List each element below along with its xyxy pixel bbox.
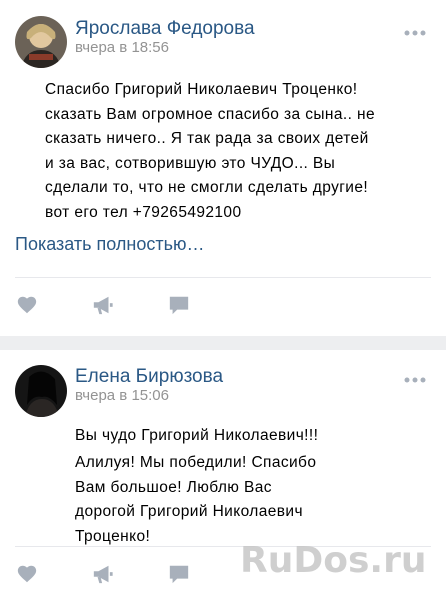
post-text-line: вот его тел +79265492100 bbox=[45, 203, 242, 221]
megaphone-icon[interactable] bbox=[92, 563, 114, 585]
post-text: Спасибо Григорий Николаевич Троценко! ск… bbox=[45, 78, 375, 225]
post-text-line: и за вас, сотворившую это ЧУДО... Вы bbox=[45, 154, 336, 172]
post-text-line: сделали то, что не смогли сделать другие… bbox=[45, 179, 369, 196]
post-text-line: Алилуя! Мы победили! Спасибо bbox=[75, 454, 317, 471]
post-time[interactable]: вчера в 15:06 bbox=[75, 387, 169, 404]
post-text-line: Вы чудо Григорий Николаевич!!! bbox=[75, 427, 319, 444]
heart-icon[interactable] bbox=[16, 294, 38, 316]
megaphone-icon[interactable] bbox=[92, 294, 114, 316]
comment-icon[interactable] bbox=[168, 294, 190, 316]
comment-icon[interactable] bbox=[168, 563, 190, 585]
post-text-line: сказать ничего.. Я так рада за своих дет… bbox=[45, 130, 369, 147]
post-text-line: сказать Вам огромное спасибо за сына.. н… bbox=[45, 105, 375, 123]
post-text: Алилуя! Мы победили! Спасибо Вам большое… bbox=[75, 451, 316, 549]
more-dots-icon[interactable] bbox=[404, 377, 426, 383]
post-text-line: дорогой Григорий Николаевич bbox=[75, 503, 303, 520]
post-text-line: Спасибо Григорий Николаевич Троценко! bbox=[45, 81, 358, 98]
show-more-link[interactable]: Показать полностью… bbox=[15, 234, 204, 255]
avatar[interactable] bbox=[15, 365, 67, 417]
divider bbox=[15, 277, 431, 278]
post-text-line: Вам большое! Люблю Вас bbox=[75, 478, 272, 496]
watermark: RuDos.ru bbox=[240, 540, 427, 581]
heart-icon[interactable] bbox=[16, 563, 38, 585]
post-time[interactable]: вчера в 18:56 bbox=[75, 39, 169, 56]
author-name[interactable]: Ярослава Федорова bbox=[75, 18, 255, 40]
author-name[interactable]: Елена Бирюзова bbox=[75, 366, 223, 388]
avatar[interactable] bbox=[15, 16, 67, 68]
more-dots-icon[interactable] bbox=[404, 30, 426, 36]
post-text: Вы чудо Григорий Николаевич!!! bbox=[75, 424, 318, 449]
post-card: Ярослава Федорова вчера в 18:56 Спасибо … bbox=[0, 0, 446, 336]
